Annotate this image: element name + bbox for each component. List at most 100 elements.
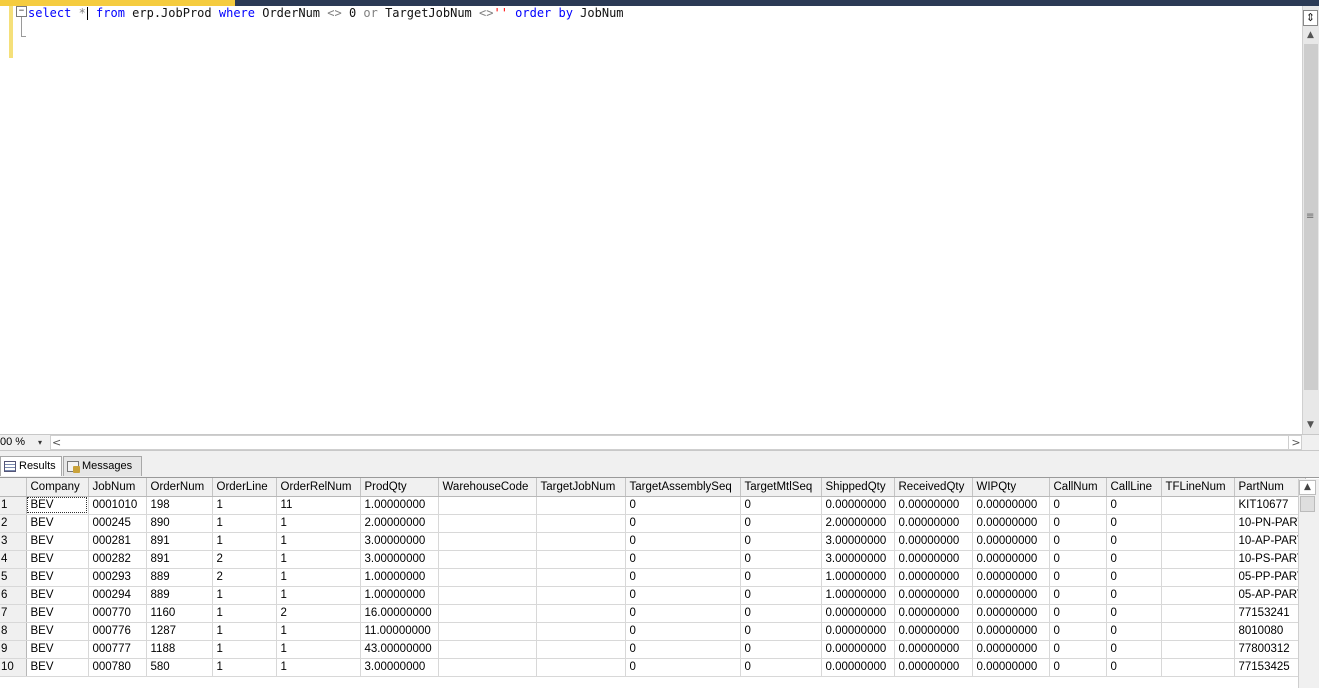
table-cell[interactable]: 1 <box>276 658 361 677</box>
table-cell[interactable]: 1287 <box>146 622 213 641</box>
table-cell[interactable] <box>1161 568 1235 587</box>
row-number[interactable]: 2 <box>0 514 27 533</box>
column-header[interactable]: ReceivedQty <box>894 478 973 497</box>
table-cell[interactable]: 43.00000000 <box>360 640 439 659</box>
table-cell[interactable]: 0 <box>1049 622 1107 641</box>
table-cell[interactable]: 000780 <box>88 658 147 677</box>
table-cell[interactable]: 0 <box>740 658 822 677</box>
table-cell[interactable]: 3.00000000 <box>360 658 439 677</box>
table-cell[interactable]: 1 <box>212 658 277 677</box>
table-cell[interactable]: 2.00000000 <box>360 514 439 533</box>
table-cell[interactable]: BEV <box>26 604 89 623</box>
table-cell[interactable]: 0.00000000 <box>972 532 1050 551</box>
scroll-left-icon[interactable]: < <box>52 435 61 450</box>
table-cell[interactable] <box>1161 514 1235 533</box>
table-cell[interactable]: 0.00000000 <box>894 550 973 569</box>
row-number[interactable]: 5 <box>0 568 27 587</box>
row-number[interactable]: 1 <box>0 496 27 515</box>
table-cell[interactable]: 0.00000000 <box>894 532 973 551</box>
table-cell[interactable]: 0 <box>740 604 822 623</box>
table-cell[interactable]: 1 <box>212 532 277 551</box>
table-cell[interactable]: 0.00000000 <box>894 658 973 677</box>
table-cell[interactable]: 0.00000000 <box>894 622 973 641</box>
editor-horizontal-scrollbar[interactable] <box>50 435 1302 450</box>
table-cell[interactable]: 2 <box>212 568 277 587</box>
row-number[interactable]: 3 <box>0 532 27 551</box>
table-cell[interactable]: 0 <box>1106 496 1162 515</box>
scroll-up-icon[interactable]: ▲ <box>1299 480 1316 495</box>
table-cell[interactable]: 000281 <box>88 532 147 551</box>
column-header[interactable]: ShippedQty <box>821 478 895 497</box>
column-header[interactable]: CallLine <box>1106 478 1162 497</box>
table-cell[interactable]: 0.00000000 <box>894 640 973 659</box>
table-cell[interactable]: 0 <box>740 640 822 659</box>
table-cell[interactable]: 1 <box>212 640 277 659</box>
table-cell[interactable]: 0.00000000 <box>894 514 973 533</box>
row-number[interactable]: 9 <box>0 640 27 659</box>
scroll-down-icon[interactable]: ▼ <box>1303 418 1318 433</box>
table-cell[interactable]: 0.00000000 <box>821 622 895 641</box>
table-cell[interactable]: 0.00000000 <box>894 604 973 623</box>
table-row[interactable]: 4 BEV 000282 891 2 1 3.00000000 0 0 3.00000000 0.0… <box>0 550 1306 569</box>
table-cell[interactable]: 0 <box>1049 586 1107 605</box>
table-cell[interactable]: 1.00000000 <box>360 496 439 515</box>
table-cell[interactable] <box>536 514 626 533</box>
table-cell[interactable] <box>1161 658 1235 677</box>
column-header[interactable]: JobNum <box>88 478 147 497</box>
table-cell[interactable]: 0 <box>1049 550 1107 569</box>
sql-code-line[interactable]: select * from erp.JobProd where OrderNum… <box>28 5 624 21</box>
table-row[interactable]: 3 BEV 000281 891 1 1 3.00000000 0 0 3.00000000 0.0… <box>0 532 1306 551</box>
table-cell[interactable]: BEV <box>26 550 89 569</box>
table-cell[interactable]: 000293 <box>88 568 147 587</box>
tab-messages[interactable]: Messages <box>63 456 142 476</box>
table-cell[interactable]: 1 <box>276 532 361 551</box>
table-cell[interactable]: 0 <box>625 496 741 515</box>
table-cell[interactable]: 0.00000000 <box>972 658 1050 677</box>
table-cell[interactable]: 889 <box>146 568 213 587</box>
table-cell[interactable] <box>1161 604 1235 623</box>
table-cell[interactable] <box>438 568 537 587</box>
row-number[interactable]: 6 <box>0 586 27 605</box>
table-cell[interactable]: 0.00000000 <box>821 496 895 515</box>
table-cell[interactable]: 000282 <box>88 550 147 569</box>
table-cell[interactable]: 0 <box>625 514 741 533</box>
table-cell[interactable]: 2 <box>276 604 361 623</box>
table-cell[interactable] <box>536 622 626 641</box>
table-cell[interactable]: 0 <box>1049 514 1107 533</box>
table-cell[interactable]: 000770 <box>88 604 147 623</box>
table-cell[interactable]: 0 <box>625 622 741 641</box>
table-cell[interactable] <box>1161 532 1235 551</box>
column-header[interactable]: TFLineNum <box>1161 478 1235 497</box>
table-cell[interactable]: 0 <box>625 604 741 623</box>
table-cell[interactable]: 10-PS-PART <box>1234 550 1306 569</box>
table-cell[interactable] <box>536 532 626 551</box>
column-header[interactable]: TargetJobNum <box>536 478 626 497</box>
table-cell[interactable]: 8010080 <box>1234 622 1306 641</box>
column-header[interactable]: TargetMtlSeq <box>740 478 822 497</box>
table-cell[interactable]: 1.00000000 <box>821 586 895 605</box>
table-row[interactable]: 8 BEV 000776 1287 1 1 11.00000000 0 0 0.00000000 0… <box>0 622 1306 641</box>
table-cell[interactable]: 889 <box>146 586 213 605</box>
table-cell[interactable]: 11 <box>276 496 361 515</box>
table-cell[interactable]: 000294 <box>88 586 147 605</box>
table-cell[interactable]: 0 <box>1106 586 1162 605</box>
sql-editor[interactable] <box>0 6 1302 434</box>
table-cell[interactable]: 0.00000000 <box>972 604 1050 623</box>
tab-results[interactable]: Results <box>0 456 62 476</box>
column-header[interactable]: OrderRelNum <box>276 478 361 497</box>
table-cell[interactable]: 77153241 <box>1234 604 1306 623</box>
table-cell[interactable]: 05-PP-PART <box>1234 568 1306 587</box>
table-cell[interactable]: 0 <box>625 532 741 551</box>
table-cell[interactable]: 891 <box>146 532 213 551</box>
table-cell[interactable]: 1 <box>212 604 277 623</box>
table-cell[interactable]: 3.00000000 <box>821 532 895 551</box>
column-header[interactable]: CallNum <box>1049 478 1107 497</box>
table-cell[interactable]: 0 <box>740 532 822 551</box>
column-header[interactable]: OrderNum <box>146 478 213 497</box>
table-cell[interactable]: BEV <box>26 514 89 533</box>
row-number[interactable]: 10 <box>0 658 27 677</box>
table-cell[interactable] <box>536 550 626 569</box>
table-cell[interactable]: 16.00000000 <box>360 604 439 623</box>
table-cell[interactable]: 0 <box>740 514 822 533</box>
table-cell[interactable] <box>438 622 537 641</box>
